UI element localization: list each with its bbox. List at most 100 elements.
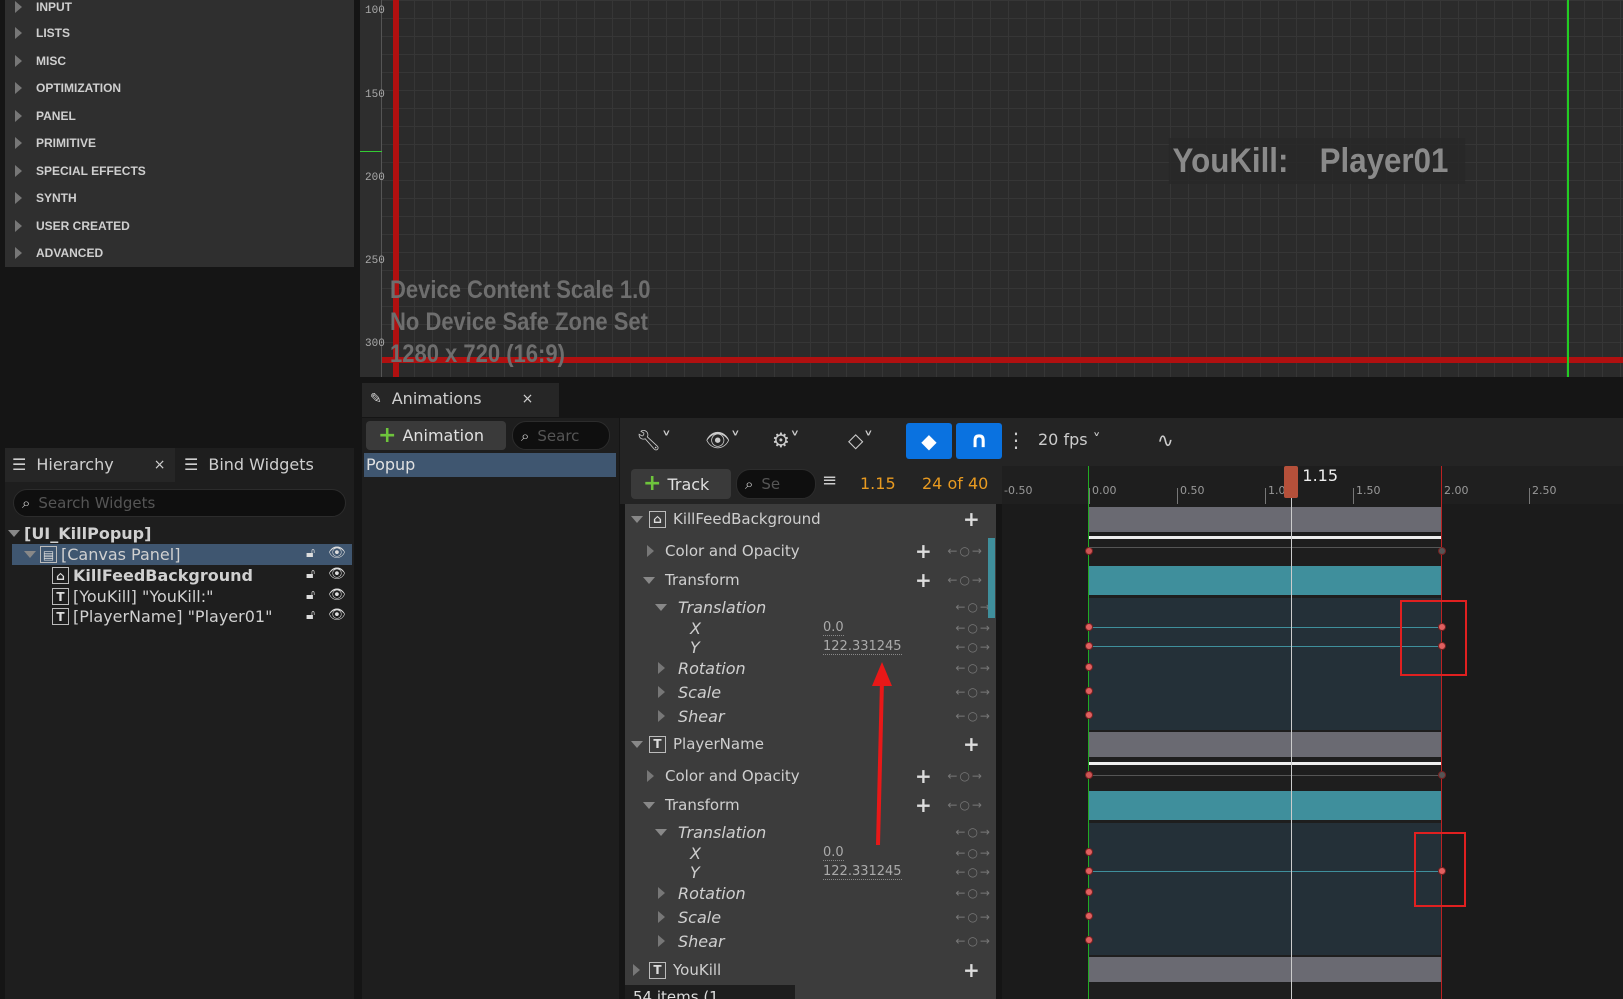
keyframe[interactable] bbox=[1085, 936, 1093, 944]
add-icon[interactable]: + bbox=[915, 793, 932, 817]
palette-category[interactable]: LISTS bbox=[15, 26, 70, 40]
current-time[interactable]: 1.15 bbox=[860, 474, 896, 493]
x-value-field[interactable]: 0.0 bbox=[823, 845, 844, 861]
animations-tab-content[interactable]: ✎ Animations × bbox=[370, 389, 533, 408]
key-nav-icon[interactable]: ←○→ bbox=[955, 846, 992, 860]
add-icon[interactable]: + bbox=[915, 539, 932, 563]
keyframe[interactable] bbox=[1085, 888, 1093, 896]
animation-search-input[interactable]: ⌕ Searc bbox=[512, 421, 610, 450]
track-shear[interactable]: Shear ←○→ bbox=[625, 930, 996, 952]
keyframe[interactable] bbox=[1085, 623, 1093, 631]
key-nav-icon[interactable]: ←○→ bbox=[955, 934, 992, 948]
animation-item-popup[interactable]: Popup bbox=[364, 453, 616, 477]
track-translation[interactable]: Translation ←○→ bbox=[625, 596, 996, 618]
add-track-button[interactable]: + Track bbox=[631, 469, 731, 499]
tab-bind-widgets[interactable]: ☰ Bind Widgets bbox=[184, 455, 314, 474]
keyframe[interactable] bbox=[1085, 642, 1093, 650]
key-nav-icon[interactable]: ←○→ bbox=[955, 600, 992, 614]
snap-magnet-button[interactable]: ∩ bbox=[956, 423, 1002, 459]
key-nav-icon[interactable]: ←○→ bbox=[955, 865, 992, 879]
tree-item-canvas-panel[interactable]: ▤ [Canvas Panel] bbox=[12, 544, 352, 565]
track-translation-y[interactable]: Y 122.331245 ←○→ bbox=[625, 861, 996, 883]
keyframe[interactable] bbox=[1438, 771, 1446, 779]
add-icon[interactable]: + bbox=[915, 764, 932, 788]
key-nav-icon[interactable]: ←○→ bbox=[955, 709, 992, 723]
track-killfeedbackground[interactable]: ⌂ KillFeedBackground + bbox=[625, 507, 996, 531]
more-options-icon[interactable]: ⋮ bbox=[1006, 428, 1026, 452]
key-nav-icon[interactable]: ←○→ bbox=[947, 573, 984, 587]
filter-icon[interactable]: ≡ bbox=[822, 470, 837, 491]
playhead-line[interactable] bbox=[1291, 466, 1293, 999]
section-killfeed-bar[interactable] bbox=[1089, 507, 1441, 532]
palette-category[interactable]: MISC bbox=[15, 54, 66, 68]
section-transform-bar[interactable] bbox=[1089, 791, 1441, 820]
keyframe[interactable] bbox=[1085, 687, 1093, 695]
key-nav-icon[interactable]: ←○→ bbox=[955, 621, 992, 635]
close-icon[interactable]: × bbox=[522, 391, 534, 407]
hierarchy-tab-content[interactable]: ☰ Hierarchy × bbox=[12, 455, 165, 474]
eye-icon[interactable]: 👁︎ bbox=[328, 587, 346, 603]
add-icon[interactable]: + bbox=[963, 732, 980, 756]
x-value-field[interactable]: 0.0 bbox=[823, 620, 844, 636]
key-nav-icon[interactable]: ←○→ bbox=[947, 769, 984, 783]
keyframe[interactable] bbox=[1085, 711, 1093, 719]
track-scale[interactable]: Scale ←○→ bbox=[625, 906, 996, 928]
keyframe[interactable] bbox=[1438, 547, 1446, 555]
key-nav-icon[interactable]: ←○→ bbox=[955, 685, 992, 699]
y-value-field[interactable]: 122.331245 bbox=[823, 864, 902, 880]
keyframe[interactable] bbox=[1085, 663, 1093, 671]
palette-category[interactable]: INPUT bbox=[15, 0, 72, 14]
keyframe-diamond-icon[interactable]: ◇˅ bbox=[848, 428, 873, 452]
track-color-opacity[interactable]: Color and Opacity + ←○→ bbox=[625, 539, 996, 563]
section-playername-bar[interactable] bbox=[1089, 732, 1441, 757]
curve-editor-icon[interactable]: ∿ bbox=[1157, 428, 1174, 452]
end-marker[interactable] bbox=[1441, 466, 1442, 999]
add-icon[interactable]: + bbox=[963, 958, 980, 982]
y-value-field[interactable]: 122.331245 bbox=[823, 639, 902, 655]
keyframe[interactable] bbox=[1085, 912, 1093, 920]
palette-category[interactable]: USER CREATED bbox=[15, 219, 130, 233]
palette-category[interactable]: PANEL bbox=[15, 109, 76, 123]
track-color-opacity[interactable]: Color and Opacity + ←○→ bbox=[625, 764, 996, 788]
key-nav-icon[interactable]: ←○→ bbox=[955, 910, 992, 924]
eye-icon[interactable]: 👁︎ bbox=[328, 545, 346, 561]
fps-dropdown[interactable]: 20 fps ˅ bbox=[1038, 430, 1101, 449]
track-transform[interactable]: Transform + ←○→ bbox=[625, 793, 996, 817]
playback-settings-icon[interactable]: ⚙︎˅ bbox=[772, 428, 800, 452]
eye-icon[interactable]: 👁︎ bbox=[328, 566, 346, 582]
keyframe[interactable] bbox=[1085, 867, 1093, 875]
track-transform[interactable]: Transform + ←○→ bbox=[625, 568, 996, 592]
keyframe[interactable] bbox=[1085, 771, 1093, 779]
add-animation-button[interactable]: + Animation bbox=[366, 421, 506, 450]
key-nav-icon[interactable]: ←○→ bbox=[955, 661, 992, 675]
outliner-scrollbar[interactable] bbox=[988, 538, 995, 618]
timeline-area[interactable]: -0.50 0.00 0.50 1.00 1.50 2.00 2.50 1.15 bbox=[1002, 466, 1623, 999]
wrench-icon[interactable]: 🔧︎˅ bbox=[636, 428, 671, 452]
auto-key-button[interactable]: ◆ bbox=[906, 423, 952, 459]
keyframe[interactable] bbox=[1085, 848, 1093, 856]
lock-icon[interactable]: 🔓︎ bbox=[306, 545, 315, 561]
add-icon[interactable]: + bbox=[915, 568, 932, 592]
keyframe[interactable] bbox=[1085, 547, 1093, 555]
lock-icon[interactable]: 🔓︎ bbox=[306, 587, 315, 603]
track-scale[interactable]: Scale ←○→ bbox=[625, 681, 996, 703]
key-nav-icon[interactable]: ←○→ bbox=[955, 640, 992, 654]
palette-category[interactable]: ADVANCED bbox=[15, 246, 103, 260]
key-nav-icon[interactable]: ←○→ bbox=[955, 825, 992, 839]
key-nav-icon[interactable]: ←○→ bbox=[947, 544, 984, 558]
track-rotation[interactable]: Rotation ←○→ bbox=[625, 657, 996, 679]
playhead-handle[interactable] bbox=[1284, 466, 1299, 498]
section-transform-bar[interactable] bbox=[1089, 566, 1441, 595]
tree-root[interactable]: [UI_KillPopup] bbox=[8, 523, 352, 544]
track-search-input[interactable]: ⌕ Se bbox=[736, 469, 816, 499]
palette-category[interactable]: SYNTH bbox=[15, 191, 77, 205]
eye-icon[interactable]: 👁︎˅ bbox=[705, 428, 740, 452]
track-rotation[interactable]: Rotation ←○→ bbox=[625, 882, 996, 904]
palette-category[interactable]: OPTIMIZATION bbox=[15, 81, 121, 95]
key-nav-icon[interactable]: ←○→ bbox=[955, 886, 992, 900]
palette-category[interactable]: SPECIAL EFFECTS bbox=[15, 164, 146, 178]
designer-viewport[interactable]: 100 150 200 250 300 Device Content Scale… bbox=[360, 0, 1623, 377]
section-youkill-bar[interactable] bbox=[1089, 957, 1441, 982]
track-youkill[interactable]: T YouKill + bbox=[625, 958, 996, 982]
track-playername[interactable]: T PlayerName + bbox=[625, 732, 996, 756]
